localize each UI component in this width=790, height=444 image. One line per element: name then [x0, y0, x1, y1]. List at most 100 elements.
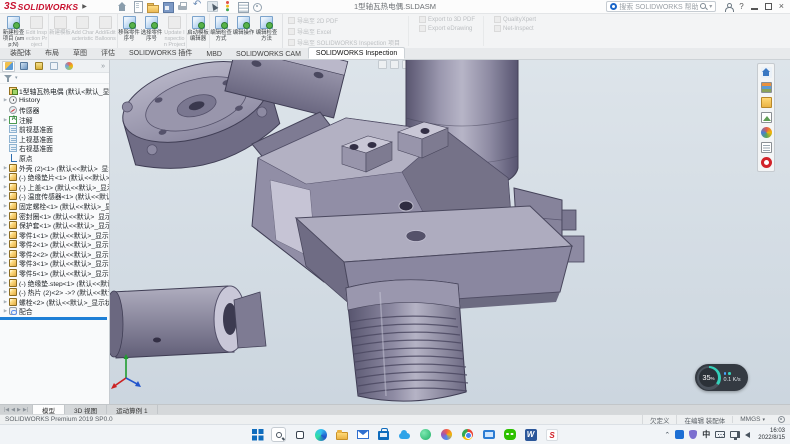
document-tab[interactable]: 3D 视图: [65, 405, 107, 414]
feature-manager-tab[interactable]: [47, 61, 60, 72]
login-icon[interactable]: [724, 3, 732, 11]
expand-arrow-icon[interactable]: ▶: [2, 174, 9, 180]
export-menu-item[interactable]: 导出至 Excel: [288, 27, 400, 36]
taskbar-app-icon[interactable]: [502, 427, 517, 442]
status-options-icon[interactable]: [778, 416, 785, 423]
tree-item[interactable]: ▶ 零件5<1> (默认<<默认>_显示状态: [2, 268, 109, 278]
ribbon-button[interactable]: 移除零件序号: [117, 14, 140, 48]
ribbon-button[interactable]: Add Characteristic: [71, 14, 94, 48]
feature-manager-tab[interactable]: [32, 61, 45, 72]
expand-arrow-icon[interactable]: ▶: [2, 97, 9, 103]
expand-arrow-icon[interactable]: ▶: [2, 260, 9, 266]
tree-item[interactable]: ▶ (-) 热片 (2)<2> ->? (默认<<默认>_: [2, 287, 109, 297]
export-menu-item[interactable]: 导出至 2D PDF: [288, 16, 400, 25]
export-menu-item[interactable]: Export to 3D PDF: [419, 16, 475, 23]
task-pane-icon[interactable]: [761, 82, 772, 93]
expand-arrow-icon[interactable]: ▶: [2, 117, 9, 123]
ribbon-button[interactable]: 启动模板编辑器: [186, 14, 209, 48]
expand-arrow-icon[interactable]: ▶: [2, 193, 9, 199]
command-tab[interactable]: 草图: [66, 46, 94, 59]
qat-icon[interactable]: [192, 1, 203, 12]
document-tab[interactable]: 模型: [33, 405, 65, 414]
clock[interactable]: 16:03 2022/8/15: [758, 428, 785, 442]
expand-arrow-icon[interactable]: ▶: [2, 232, 9, 238]
tree-item[interactable]: ▶ 保护套<1> (默认<<默认>_显示状态: [2, 220, 109, 230]
taskbar-app-icon[interactable]: [439, 427, 454, 442]
taskbar-app-icon[interactable]: [292, 427, 307, 442]
ime-indicator[interactable]: 中: [702, 429, 710, 440]
task-pane-icon[interactable]: [761, 97, 772, 108]
tree-item[interactable]: ▶ 零件1<1> (默认<<默认>_显示状态: [2, 230, 109, 240]
task-pane-icon[interactable]: [761, 127, 772, 138]
export-menu-item[interactable]: Export eDrawing: [419, 25, 475, 32]
ribbon-button[interactable]: Add/Edit Balloons: [94, 14, 117, 48]
qat-icon[interactable]: [237, 1, 248, 12]
task-pane-icon[interactable]: [761, 142, 772, 153]
expand-arrow-icon[interactable]: ▶: [2, 289, 9, 295]
tree-item[interactable]: ▶ 配合: [2, 307, 109, 317]
ribbon-button[interactable]: Update Inspection Project: [163, 14, 186, 48]
qat-icon[interactable]: [132, 1, 143, 12]
taskbar-app-icon[interactable]: [481, 427, 496, 442]
tree-item[interactable]: ▶ History: [2, 96, 109, 106]
task-pane-icon[interactable]: [761, 157, 772, 168]
tree-item[interactable]: ▶ 零件2<2> (默认<<默认>_显示状态: [2, 249, 109, 259]
expand-arrow-icon[interactable]: ▶: [2, 308, 9, 314]
taskbar-app-icon[interactable]: [418, 427, 433, 442]
ribbon-button[interactable]: 新建模板: [48, 14, 71, 48]
expand-arrow-icon[interactable]: ▶: [2, 280, 9, 286]
taskbar-app-icon[interactable]: [334, 427, 349, 442]
taskbar-app-icon[interactable]: [523, 427, 538, 442]
command-tab[interactable]: 评估: [94, 46, 122, 59]
feature-manager-tab[interactable]: [17, 61, 30, 72]
tree-item[interactable]: 上视基准面: [2, 134, 109, 144]
pane-chevron-icon[interactable]: »: [101, 63, 107, 70]
qat-icon[interactable]: [207, 1, 218, 12]
taskbar-app-icon[interactable]: [355, 427, 370, 442]
tree-item[interactable]: ▶ (-) 绝缘垫片<1> (默认<<默认>_显示: [2, 172, 109, 182]
tree-item[interactable]: 原点: [2, 153, 109, 163]
tree-item[interactable]: ▶ 密封圈<1> (默认<<默认>_显示状态: [2, 211, 109, 221]
ribbon-button[interactable]: 新建检查项目 (amp;N): [2, 14, 25, 48]
graphics-viewport[interactable]: 35% 0.1 K/s: [110, 60, 790, 404]
keyboard-icon[interactable]: [715, 431, 725, 438]
tree-item[interactable]: ▶ 固定螺栓<1> (默认<<默认>_显示状: [2, 201, 109, 211]
tree-item[interactable]: 传感器: [2, 105, 109, 115]
qat-icon[interactable]: [117, 1, 128, 12]
tray-overflow-icon[interactable]: ⌃: [664, 431, 670, 439]
qat-icon[interactable]: [147, 1, 158, 12]
taskbar-app-icon[interactable]: [460, 427, 475, 442]
toolbar-flyout-arrow[interactable]: ▶: [82, 3, 87, 10]
qat-icon[interactable]: [222, 1, 233, 12]
tree-item[interactable]: ▶ (-) 上盖<1> (默认<<默认>_显示状态: [2, 182, 109, 192]
task-pane-icon[interactable]: [761, 67, 772, 78]
export-menu-item[interactable]: 导出至 SOLIDWORKS Inspection 项目: [288, 38, 400, 47]
command-tab[interactable]: SOLIDWORKS CAM: [229, 49, 308, 59]
expand-arrow-icon[interactable]: ▶: [2, 270, 9, 276]
command-tab[interactable]: SOLIDWORKS 插件: [122, 46, 199, 59]
tab-scroll-buttons[interactable]: |◀◀ ▶▶|: [0, 405, 33, 414]
expand-arrow-icon[interactable]: ▶: [2, 184, 9, 190]
expand-arrow-icon[interactable]: ▶: [2, 299, 9, 305]
command-tab[interactable]: MBD: [199, 49, 229, 59]
tree-filter-bar[interactable]: ▾: [0, 73, 109, 84]
taskbar-app-icon[interactable]: [313, 427, 328, 442]
qat-icon[interactable]: [177, 1, 188, 12]
search-box[interactable]: 搜索 SOLIDWORKS 帮助 ▾: [606, 1, 716, 12]
search-icon[interactable]: [700, 3, 707, 10]
tree-item[interactable]: 1型轴瓦热电偶 (默认<默认_显示状态-1>: [2, 86, 109, 96]
restore-button[interactable]: [765, 3, 772, 10]
units-selector[interactable]: MMGS▾: [732, 416, 772, 423]
ribbon-button[interactable]: 编辑检查方法: [255, 14, 278, 48]
taskbar-app-icon[interactable]: [544, 427, 559, 442]
expand-arrow-icon[interactable]: ▶: [2, 203, 9, 209]
filter-dropdown-icon[interactable]: ▾: [15, 75, 18, 81]
tree-item[interactable]: ▶ 零件2<1> (默认<<默认>_显示状态: [2, 240, 109, 250]
taskbar-app-icon[interactable]: [271, 427, 286, 442]
tree-item[interactable]: ▶ 外壳 (2)<1> (默认<<默认>_显示状态: [2, 163, 109, 173]
expand-arrow-icon[interactable]: ▶: [2, 241, 9, 247]
ribbon-button[interactable]: Edit Inspection Project: [25, 14, 48, 48]
model-3d[interactable]: [110, 60, 790, 404]
tree-item[interactable]: ▶ (-) 绝缘垫.step<1> (默认<<默认>_: [2, 278, 109, 288]
document-tab[interactable]: 运动算例 1: [107, 405, 157, 414]
